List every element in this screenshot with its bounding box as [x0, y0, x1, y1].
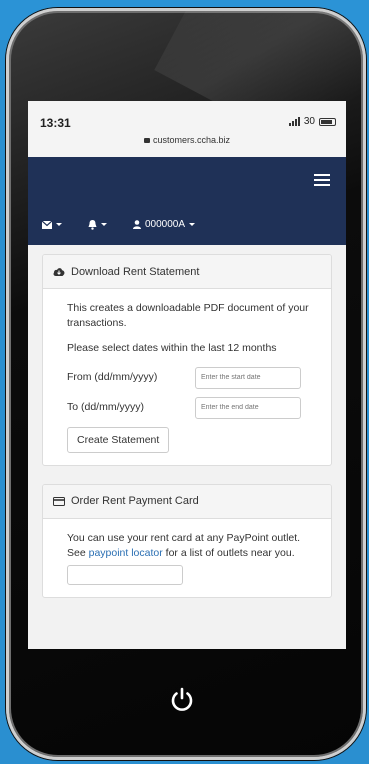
- lock-icon: [143, 138, 150, 143]
- status-bar: 13:31 30 customers.ccha.biz: [28, 101, 346, 157]
- power-icon[interactable]: [168, 686, 196, 714]
- signal-icon: [288, 117, 300, 126]
- cloud-download-icon: [53, 268, 65, 276]
- user-label: 000000A: [145, 219, 186, 230]
- phone-screen: 13:31 30 customers.ccha.biz 000000A Down…: [28, 101, 346, 649]
- user-icon: [133, 220, 141, 229]
- hamburger-icon[interactable]: [314, 174, 330, 189]
- panel-title: Order Rent Payment Card: [71, 495, 199, 508]
- user-menu[interactable]: 000000A: [133, 219, 196, 230]
- panel-body: This creates a downloadable PDF document…: [43, 289, 331, 465]
- envelope-icon: [42, 220, 52, 229]
- payment-card-panel: Order Rent Payment Card You can use your…: [42, 483, 332, 599]
- chevron-down-icon: [189, 223, 196, 226]
- to-date-label: To (dd/mm/yyyy): [67, 401, 145, 414]
- nav-actions: 000000A: [42, 219, 196, 230]
- from-date-row: From (dd/mm/yyyy): [67, 366, 321, 389]
- statement-instruction: Please select dates within the last 12 m…: [67, 342, 277, 355]
- from-date-input[interactable]: [195, 366, 301, 389]
- status-indicators: 30: [288, 116, 336, 127]
- description-text: for a list of outlets near you.: [162, 546, 295, 559]
- to-date-row: To (dd/mm/yyyy): [67, 396, 321, 419]
- signal-label: 30: [303, 116, 315, 127]
- panel-heading: Order Rent Payment Card: [43, 484, 331, 519]
- address-url: customers.ccha.biz: [152, 135, 231, 145]
- order-card-button[interactable]: [67, 565, 183, 586]
- top-navbar: 000000A: [28, 157, 346, 245]
- address-bar[interactable]: customers.ccha.biz: [28, 135, 346, 145]
- from-date-label: From (dd/mm/yyyy): [67, 371, 158, 384]
- credit-card-icon: [53, 496, 65, 506]
- paypoint-locator-link[interactable]: paypoint locator: [89, 547, 163, 559]
- panel-title: Download Rent Statement: [71, 265, 200, 278]
- panel-heading: Download Rent Statement: [43, 255, 331, 289]
- battery-icon: [319, 117, 336, 126]
- status-time: 13:31: [40, 116, 71, 130]
- panel-body: You can use your rent card at any PayPoi…: [43, 519, 331, 597]
- statement-description: This creates a downloadable PDF document…: [67, 302, 309, 330]
- payment-card-description: You can use your rent card at any PayPoi…: [67, 531, 321, 561]
- to-date-input[interactable]: [195, 396, 301, 419]
- chevron-down-icon: [56, 223, 62, 226]
- bell-icon: [88, 219, 97, 230]
- rent-statement-panel: Download Rent Statement This creates a d…: [42, 254, 332, 466]
- create-statement-button[interactable]: Create Statement: [67, 426, 170, 453]
- chevron-down-icon: [101, 223, 107, 226]
- mail-menu[interactable]: [42, 220, 62, 229]
- notifications-menu[interactable]: [88, 219, 107, 230]
